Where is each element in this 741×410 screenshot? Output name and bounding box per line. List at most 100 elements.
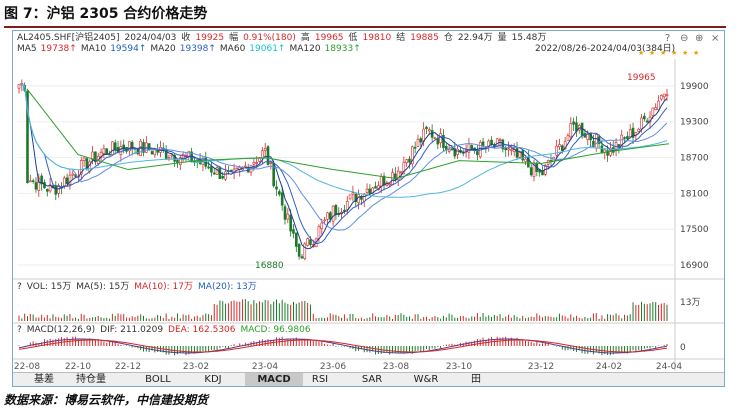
price-tick-label: 17500 <box>680 225 709 235</box>
candle-body <box>71 173 75 176</box>
header-quote-13: 22.94万 <box>458 33 493 43</box>
candle-body <box>425 126 428 129</box>
candle-body <box>555 145 558 156</box>
candle-body <box>280 192 284 206</box>
candle-body <box>82 157 86 161</box>
indicator-tab-5[interactable]: RSI <box>309 373 331 386</box>
ma120-line <box>26 88 670 180</box>
header-control-3: × <box>711 33 719 44</box>
candle-body <box>594 134 598 149</box>
candle-body <box>447 149 451 152</box>
candle-body <box>623 137 626 139</box>
candle-body <box>470 145 474 150</box>
header-ma-3: 19594↑ <box>110 44 146 54</box>
candle-body <box>651 107 655 116</box>
candle-body <box>566 135 570 141</box>
indicator-tab-0[interactable]: 基差 <box>29 373 59 386</box>
volume-header-1: VOL: 15万 <box>27 282 71 292</box>
candle-body <box>108 153 111 156</box>
candle-body <box>331 205 335 222</box>
macd-header-3: DEA: 162.5306 <box>168 325 236 335</box>
candle-body <box>498 139 502 141</box>
candle-body <box>617 144 621 148</box>
candle-body <box>379 176 383 187</box>
indicator-tab-1[interactable]: 持仓量 <box>69 373 113 386</box>
candle-body <box>657 100 660 110</box>
candle-body <box>207 166 210 169</box>
candle-body <box>303 243 307 259</box>
candle-body <box>111 141 114 155</box>
volume-header-4: MA(20): 13万 <box>198 282 257 292</box>
x-tick-label: 22-10 <box>65 362 91 372</box>
candle-body <box>283 206 287 220</box>
candle-body <box>54 185 58 195</box>
header-quote-9: 19810 <box>363 33 392 43</box>
candle-body <box>450 148 454 151</box>
x-tick-label: 23-12 <box>528 362 554 372</box>
candle-body <box>476 151 479 156</box>
candle-body <box>45 189 49 192</box>
candle-body <box>628 129 632 138</box>
candle-body <box>524 158 527 162</box>
candle-body <box>210 166 213 173</box>
candle-body <box>306 238 309 246</box>
candle-body <box>572 121 575 125</box>
candle-body <box>351 192 355 195</box>
candle-body <box>102 148 106 154</box>
candle-body <box>433 137 437 140</box>
header-quote-3: 19925 <box>195 33 224 43</box>
candle-body <box>405 159 408 164</box>
header-quote-2: 收 <box>181 31 190 43</box>
candle-body <box>504 147 508 151</box>
macd-tick-label: 0 <box>680 343 686 353</box>
indicator-tab-2[interactable]: BOLL <box>139 373 177 386</box>
candle-body <box>255 162 258 164</box>
candle-body <box>416 139 420 147</box>
candle-body <box>391 172 394 186</box>
candle-body <box>224 171 227 180</box>
indicator-tab-7[interactable]: W&R <box>407 373 445 386</box>
candle-body <box>326 212 329 220</box>
candle-body <box>150 151 154 155</box>
candle-body <box>212 172 216 175</box>
candle-body <box>334 205 338 215</box>
candle-body <box>419 138 423 143</box>
candle-body <box>147 143 151 151</box>
candle-body <box>275 186 278 190</box>
candle-body <box>388 183 391 186</box>
candle-body <box>654 107 657 110</box>
indicator-tab-4[interactable]: MACD <box>245 373 303 386</box>
candle-body <box>328 212 332 220</box>
marker-star: ★ <box>638 49 644 57</box>
candle-body <box>374 186 377 189</box>
candle-body <box>31 180 35 183</box>
header-quote-7: 19965 <box>315 33 344 43</box>
annotation-label: 16880 <box>255 261 284 271</box>
annotation-label: 19965 <box>627 73 656 83</box>
indicator-tab-3[interactable]: KDJ <box>199 373 227 386</box>
header-quote-14: 量 <box>498 32 507 43</box>
candle-body <box>65 177 69 185</box>
indicator-tab-6[interactable]: SAR <box>357 373 387 386</box>
header-quote-10: 结 <box>396 31 405 43</box>
header-quote-4: 幅 <box>229 31 238 43</box>
marker-star: ★ <box>649 49 655 57</box>
candle-body <box>643 115 646 120</box>
header-ma-2: MA10 <box>81 44 107 54</box>
ma10-line <box>18 83 668 245</box>
header-quote-6: 高 <box>301 31 310 43</box>
candle-body <box>365 188 369 193</box>
candle-body <box>436 138 440 145</box>
chart-canvas[interactable]: AL2405.SHF[沪铝2405] 2024/04/03 收 19925 幅 0.91%… <box>13 31 725 387</box>
candle-body <box>34 182 38 190</box>
candle-body <box>637 128 641 132</box>
indicator-tab-8[interactable]: 田 <box>467 373 485 386</box>
price-tick-label: 16900 <box>680 261 709 271</box>
candle-body <box>515 148 519 158</box>
candle-body <box>292 229 295 234</box>
candle-body <box>113 142 117 150</box>
candle-body <box>300 256 304 259</box>
candle-body <box>569 123 573 138</box>
candle-body <box>295 232 298 247</box>
candle-body <box>323 219 326 222</box>
